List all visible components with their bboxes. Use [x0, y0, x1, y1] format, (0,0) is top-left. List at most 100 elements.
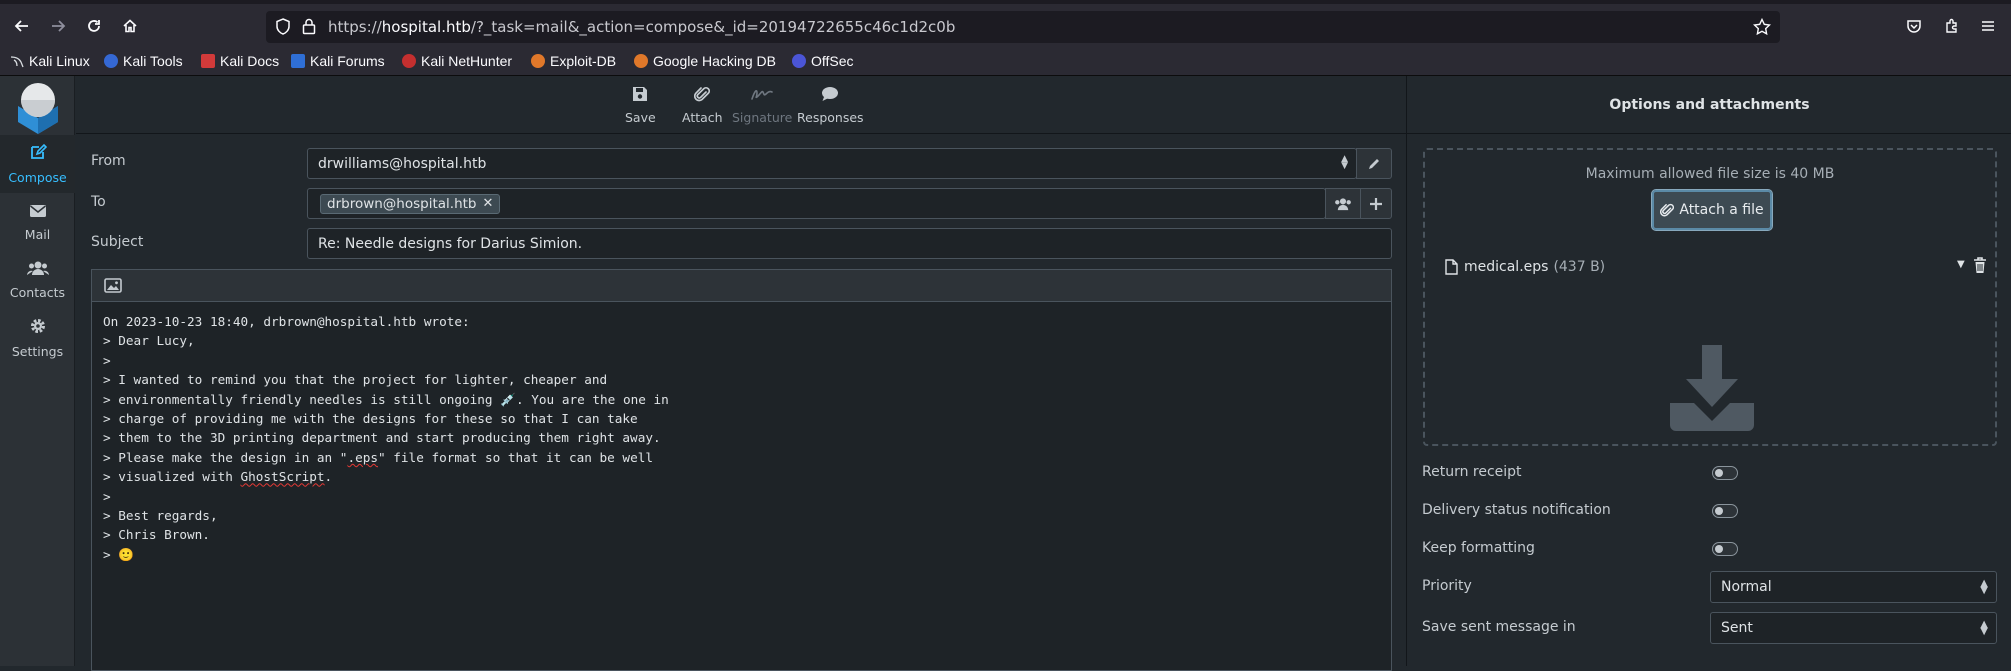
responses-label: Responses [797, 110, 864, 125]
subject-input[interactable]: Re: Needle designs for Darius Simion. [307, 228, 1392, 259]
back-icon[interactable] [10, 14, 34, 38]
select-caret-icon: ▲ ▼ [1980, 619, 1988, 637]
bookmark-kali-tools[interactable]: Kali Tools [104, 50, 183, 72]
lock-icon[interactable] [302, 18, 316, 39]
pocket-icon[interactable] [1902, 14, 1926, 38]
home-icon[interactable] [118, 14, 142, 38]
rail-settings[interactable]: Settings [0, 309, 75, 367]
menu-icon[interactable] [1976, 14, 2000, 38]
editor-toolbar [91, 269, 1392, 301]
browser-toolbar: https://hospital.htb/?_task=mail&_action… [0, 0, 2011, 46]
attachment-size: (437 B) [1553, 259, 1606, 275]
return-receipt-label: Return receipt [1422, 464, 1522, 480]
url-text[interactable]: https://hospital.htb/?_task=mail&_action… [328, 18, 955, 36]
body-line: > Chris Brown. [103, 527, 210, 543]
edit-identity-button[interactable] [1356, 148, 1392, 179]
rail-compose[interactable]: Compose [0, 135, 75, 193]
keep-formatting-label: Keep formatting [1422, 540, 1535, 556]
bookmark-star-icon[interactable] [1752, 17, 1772, 40]
body-line: > [103, 352, 111, 368]
message-body-text: On 2023-10-23 18:40, drbrown@hospital.ht… [103, 312, 1380, 564]
subject-label: Subject [91, 234, 144, 250]
save-sent-select[interactable]: Sent ▲ ▼ [1710, 612, 1997, 644]
delivery-status-toggle[interactable] [1712, 504, 1738, 518]
bookmark-kali-linux[interactable]: Kali Linux [10, 50, 90, 72]
to-input[interactable]: drbrown@hospital.htb ✕ [307, 188, 1326, 219]
add-header-button[interactable] [1360, 188, 1392, 219]
attachment-item[interactable]: medical.eps (437 B) ▼ [1445, 255, 1987, 279]
bookmark-kali-nethunter[interactable]: Kali NetHunter [402, 50, 512, 72]
body-line: > 🙂 [103, 546, 135, 562]
priority-select[interactable]: Normal ▲ ▼ [1710, 571, 1997, 603]
rail-label: Mail [24, 227, 51, 242]
compose-icon [29, 143, 47, 166]
body-line: > Dear Lucy, [103, 333, 195, 349]
select-caret-icon: ▲ ▼ [1341, 154, 1348, 171]
url-bar[interactable]: https://hospital.htb/?_task=mail&_action… [266, 11, 1780, 43]
add-contact-button[interactable] [1325, 188, 1361, 219]
bookmark-label: Kali NetHunter [421, 53, 513, 69]
bookmark-google-hacking-db[interactable]: Google Hacking DB [634, 50, 776, 72]
reload-icon[interactable] [82, 14, 106, 38]
body-line: > visualized with GhostScript. [103, 469, 333, 485]
attach-file-button[interactable]: Attach a file [1651, 189, 1773, 231]
body-line: > environmentally friendly needles is st… [103, 391, 669, 407]
contacts-icon [1335, 197, 1351, 210]
message-body-editor[interactable]: On 2023-10-23 18:40, drbrown@hospital.ht… [91, 301, 1392, 671]
from-select[interactable]: drwilliams@hospital.htb ▲ ▼ [307, 148, 1357, 179]
bookmark-offsec[interactable]: OffSec [792, 50, 854, 72]
remove-recipient-icon[interactable]: ✕ [483, 196, 494, 211]
attach-file-label: Attach a file [1679, 202, 1764, 218]
kali-docs-icon [201, 54, 215, 68]
priority-value: Normal [1721, 579, 1772, 595]
save-label: Save [625, 110, 656, 125]
select-caret-icon: ▲ ▼ [1980, 578, 1988, 596]
file-icon [1445, 259, 1458, 275]
kali-forums-icon [291, 54, 305, 68]
extensions-icon[interactable] [1940, 14, 1964, 38]
rail-contacts[interactable]: Contacts [0, 251, 75, 309]
bookmark-label: OffSec [811, 53, 854, 69]
responses-button[interactable]: Responses [797, 84, 864, 125]
image-icon[interactable] [104, 278, 122, 297]
keep-formatting-toggle[interactable] [1712, 542, 1738, 556]
body-line: > I wanted to remind you that the projec… [103, 372, 608, 388]
offsec-icon [792, 54, 806, 68]
bookmark-label: Kali Tools [123, 53, 183, 69]
save-button[interactable]: Save [625, 84, 656, 125]
spellcheck-word: .eps [347, 449, 378, 465]
from-label: From [91, 153, 126, 169]
bookmark-kali-forums[interactable]: Kali Forums [291, 50, 385, 72]
forward-icon[interactable] [46, 14, 70, 38]
body-line: > [103, 488, 111, 504]
recipient-address: drbrown@hospital.htb [327, 195, 477, 212]
gear-icon [29, 317, 47, 340]
options-panel-title: Options and attachments [1407, 76, 2011, 134]
kali-tools-icon [104, 54, 118, 68]
url-path: /?_task=mail&_action=compose&_id=2019472… [470, 18, 956, 36]
recipient-chip[interactable]: drbrown@hospital.htb ✕ [320, 193, 501, 214]
shield-icon[interactable] [275, 18, 291, 39]
attach-label: Attach [682, 110, 723, 125]
attach-button[interactable]: Attach [682, 84, 723, 125]
compose-toolbar: Save Attach Signature Responses [76, 76, 1406, 134]
trash-icon[interactable] [1973, 257, 1987, 278]
roundcube-logo[interactable] [10, 78, 66, 134]
url-prefix: https:// [328, 18, 382, 36]
bookmark-label: Kali Docs [220, 53, 280, 69]
url-host: hospital.htb [381, 18, 471, 36]
bookmark-kali-docs[interactable]: Kali Docs [201, 50, 279, 72]
bookmark-exploit-db[interactable]: Exploit-DB [531, 50, 616, 72]
roundcube-app: Compose Mail Contacts Settings Save Atta… [0, 76, 2011, 671]
bookmark-label: Kali Linux [29, 53, 90, 69]
exploit-db-icon [531, 54, 545, 68]
signature-label: Signature [732, 110, 793, 125]
rail-mail[interactable]: Mail [0, 193, 75, 251]
max-file-size-note: Maximum allowed file size is 40 MB [1585, 166, 1835, 182]
plus-icon [1370, 197, 1382, 210]
signature-button[interactable]: Signature [732, 84, 792, 125]
attachment-menu-caret-icon[interactable]: ▼ [1957, 259, 1965, 270]
bookmarks-bar: Kali Linux Kali Tools Kali Docs Kali For… [0, 46, 2011, 76]
return-receipt-toggle[interactable] [1712, 466, 1738, 480]
attachment-dropzone[interactable]: Maximum allowed file size is 40 MB Attac… [1423, 148, 1997, 446]
